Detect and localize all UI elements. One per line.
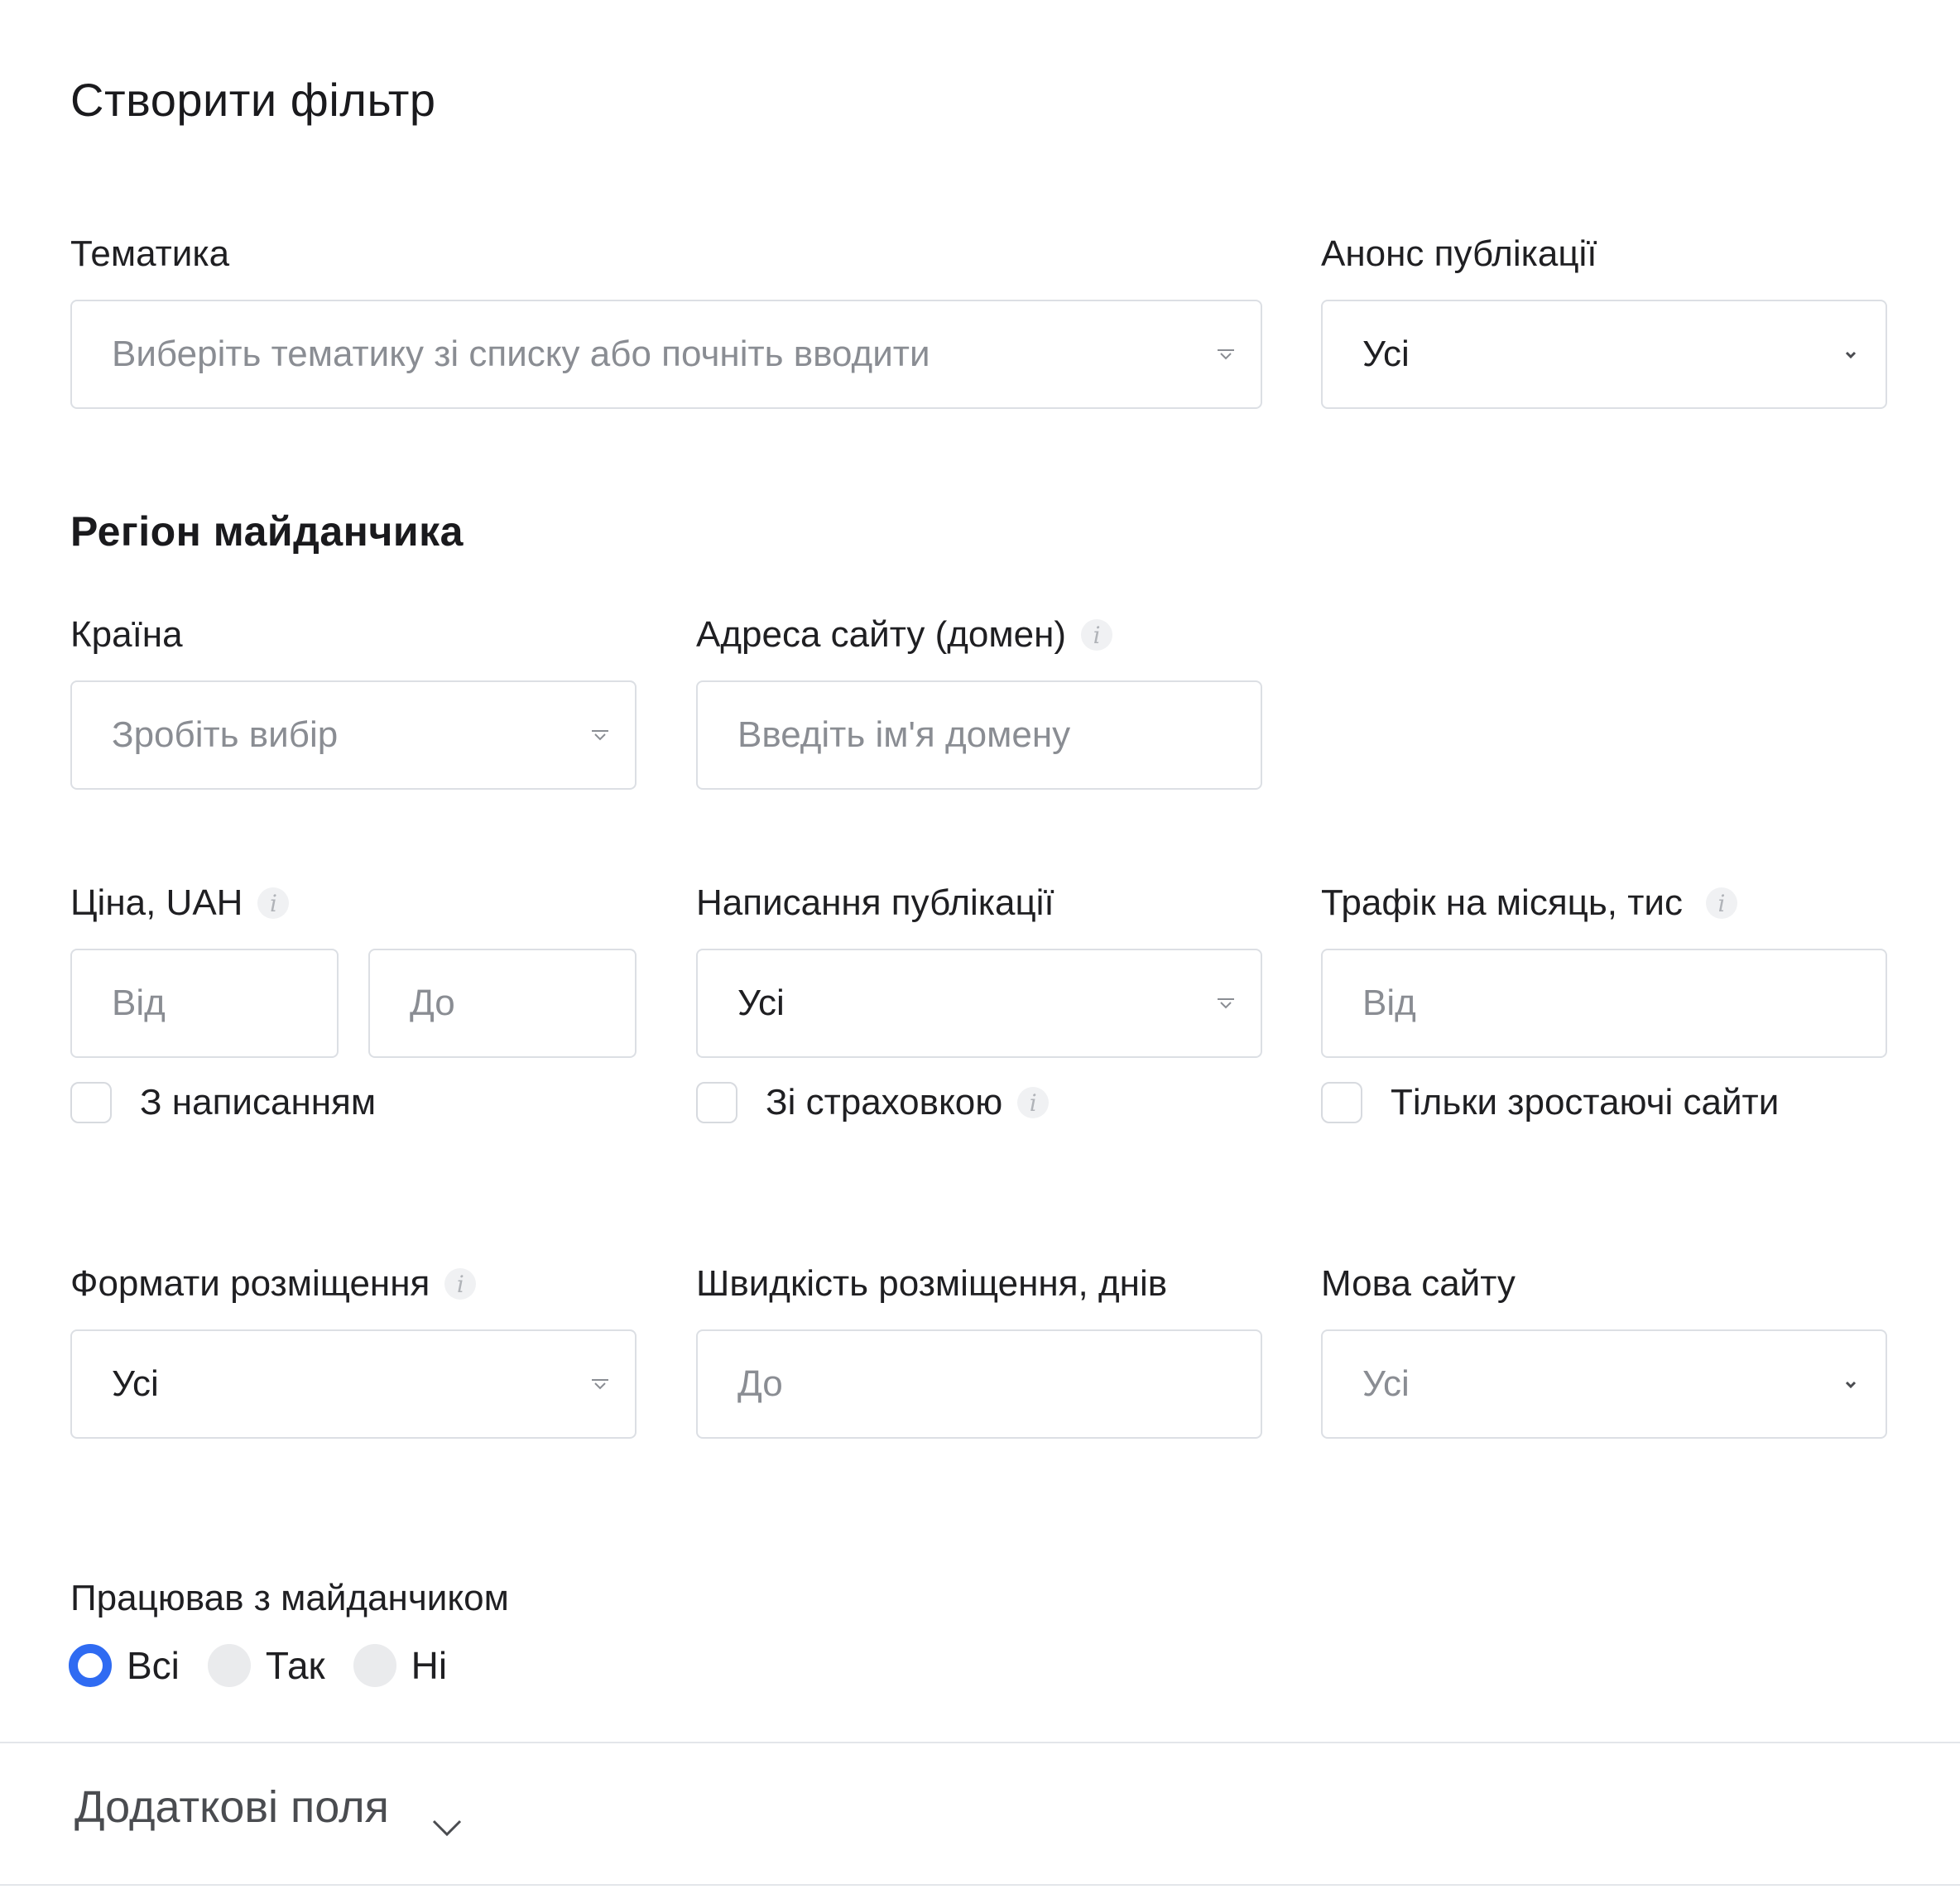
language-placeholder: Усі [1362,1363,1410,1404]
domain-placeholder: Введіть ім'я домену [737,714,1071,755]
insurance-checkbox-row[interactable]: Зі страховкою i [696,1082,1050,1123]
country-select[interactable]: Зробіть вибір [70,680,637,790]
info-icon[interactable]: i [1705,887,1737,919]
topic-label: Тематика [70,233,230,274]
info-icon[interactable]: i [1017,1087,1050,1118]
page-title: Створити фільтр [70,74,436,126]
language-label: Мова сайту [1321,1263,1516,1304]
country-label: Країна [70,614,183,655]
with-writing-label: З написанням [140,1082,377,1122]
with-writing-checkbox-row[interactable]: З написанням [70,1082,376,1123]
traffic-label-text: Трафік на місяць, тис [1321,882,1683,923]
chevron-down-icon [430,1797,464,1837]
growing-sites-label: Тільки зростаючі сайти [1391,1082,1780,1122]
info-icon[interactable]: i [1081,619,1113,651]
language-select[interactable]: Усі [1321,1329,1887,1439]
traffic-from-input[interactable]: Від [1321,949,1887,1058]
formats-value: Усі [112,1363,159,1404]
domain-label: Адреса сайту (домен) i [696,614,1113,656]
growing-sites-checkbox-row[interactable]: Тільки зростаючі сайти [1321,1082,1779,1123]
worked-label: Працював з майданчиком [70,1578,509,1618]
writing-select[interactable]: Усі [696,949,1262,1058]
caret-down-icon [590,1377,610,1391]
price-from-placeholder: Від [112,983,166,1023]
create-filter-panel: Створити фільтр Тематика Виберіть темати… [0,0,1960,1894]
announce-select[interactable]: Усі [1321,300,1887,409]
price-to-placeholder: До [410,983,455,1023]
radio-yes[interactable]: Так [207,1643,325,1688]
info-icon[interactable]: i [257,887,290,919]
caret-down-icon [1841,348,1861,361]
formats-select[interactable]: Усі [70,1329,637,1439]
radio-unselected-icon [353,1644,396,1687]
topic-select[interactable]: Виберіть тематику зі списку або почніть … [70,300,1262,409]
region-section-title: Регіон майданчика [70,508,464,555]
worked-radio-group: Всі Так Ні [69,1643,475,1688]
divider [0,1884,1960,1886]
speed-label: Швидкість розміщення, днів [696,1263,1168,1304]
extra-fields-toggle[interactable]: Додаткові поля [74,1781,464,1837]
country-placeholder: Зробіть вибір [112,714,339,755]
extra-fields-label: Додаткові поля [74,1782,389,1832]
writing-value: Усі [737,983,785,1023]
speed-input[interactable]: До [696,1329,1262,1439]
insurance-checkbox[interactable] [696,1082,737,1123]
radio-selected-icon [69,1644,112,1687]
announce-label: Анонс публікації [1321,233,1597,274]
caret-down-icon [1841,1377,1861,1391]
radio-no[interactable]: Ні [353,1643,447,1688]
price-label: Ціна, UAH i [70,882,290,924]
formats-label: Формати розміщення i [70,1263,477,1305]
caret-down-icon [590,728,610,742]
domain-label-text: Адреса сайту (домен) [696,614,1067,655]
radio-yes-label: Так [265,1644,325,1687]
with-writing-checkbox[interactable] [70,1082,112,1123]
caret-down-icon [1216,997,1236,1010]
announce-value: Усі [1362,334,1410,374]
caret-down-icon [1216,348,1236,361]
radio-all[interactable]: Всі [69,1643,180,1688]
topic-placeholder: Виберіть тематику зі списку або почніть … [112,334,930,374]
radio-all-label: Всі [127,1644,180,1687]
radio-no-label: Ні [411,1644,448,1687]
writing-label: Написання публікації [696,882,1054,923]
insurance-label: Зі страховкою [766,1082,1003,1122]
price-label-text: Ціна, UAH [70,882,243,923]
domain-input[interactable]: Введіть ім'я домену [696,680,1262,790]
info-icon[interactable]: i [444,1268,477,1300]
growing-sites-checkbox[interactable] [1321,1082,1362,1123]
divider [0,1742,1960,1743]
formats-label-text: Формати розміщення [70,1263,430,1304]
traffic-from-placeholder: Від [1362,983,1416,1023]
price-from-input[interactable]: Від [70,949,339,1058]
price-to-input[interactable]: До [368,949,637,1058]
speed-placeholder: До [737,1363,783,1404]
traffic-label: Трафік на місяць, тис i [1321,882,1737,924]
radio-unselected-icon [207,1644,251,1687]
